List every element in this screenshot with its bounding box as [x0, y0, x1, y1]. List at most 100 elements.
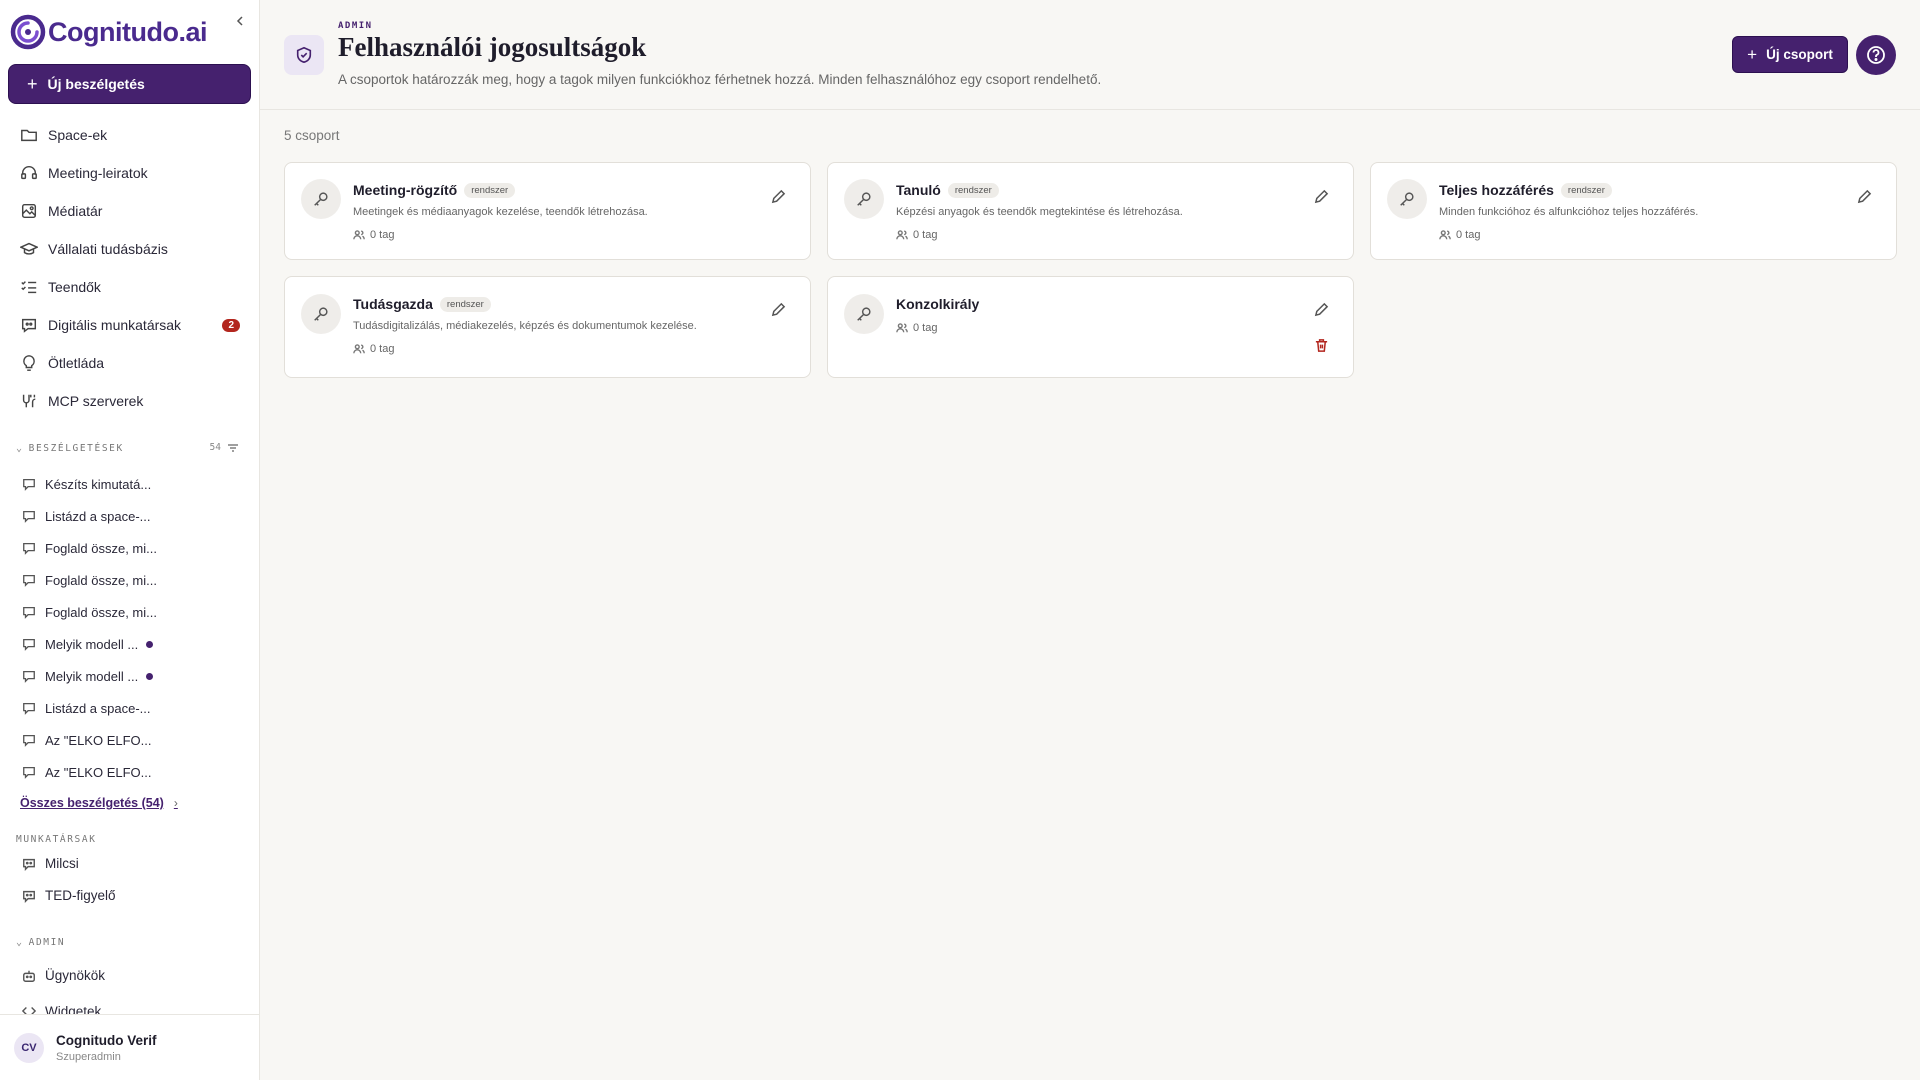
new-chat-button[interactable]: + Új beszélgetés: [8, 64, 251, 104]
unread-dot: [146, 640, 154, 648]
group-members: 0 tag: [896, 322, 937, 334]
group-count: 5 csoport: [284, 128, 340, 143]
plus-icon: +: [27, 73, 38, 94]
nav-item-tasks[interactable]: Teendők: [8, 268, 252, 306]
trash-icon: [1315, 338, 1327, 352]
conversation-item[interactable]: Készíts kimutatá...: [14, 468, 244, 500]
member-count: 0 tag: [1456, 229, 1481, 241]
new-chat-label: Új beszélgetés: [47, 76, 145, 92]
conversation-item[interactable]: Foglald össze, mi...: [14, 596, 244, 628]
edit-group-button[interactable]: [1854, 186, 1874, 206]
filter-icon[interactable]: [227, 443, 239, 453]
edit-group-button[interactable]: [1311, 299, 1331, 319]
group-avatar: [301, 179, 341, 219]
conversation-title: Melyik modell ...: [45, 668, 139, 684]
conversation-item[interactable]: Melyik modell ...: [14, 628, 244, 660]
sidebar: Cognitudo.ai + Új beszélgetés Space-ek M…: [0, 0, 260, 1080]
system-tag: rendszer: [439, 296, 491, 312]
delete-group-button[interactable]: [1311, 335, 1331, 355]
coworker-item-milcsi[interactable]: Milcsi: [22, 856, 79, 871]
nav-item-meeting-transcripts[interactable]: Meeting-leiratok: [8, 154, 252, 192]
nav-label: Médiatár: [48, 203, 103, 219]
nav-item-spaces[interactable]: Space-ek: [8, 116, 252, 154]
edit-group-button[interactable]: [768, 186, 788, 206]
chat-bubble-icon: [23, 606, 35, 619]
admin-item-label: Widgetek: [45, 1004, 102, 1014]
edit-group-button[interactable]: [768, 299, 788, 319]
page-icon: [284, 35, 324, 75]
page-subtitle: A csoportok határozzák meg, hogy a tagok…: [338, 72, 1102, 87]
group-name: Tudásgazda: [353, 296, 433, 312]
graduation-cap-icon: [20, 242, 38, 255]
chevron-down-icon: ⌄: [16, 443, 24, 454]
shield-check-icon: [296, 46, 312, 64]
nav-item-idea-box[interactable]: Ötletláda: [8, 344, 252, 382]
conversation-item[interactable]: Az "ELKO ELFO...: [14, 756, 244, 788]
group-description: Tudásdigitalizálás, médiakezelés, képzés…: [353, 320, 697, 332]
group-card[interactable]: Tanuló rendszer Képzési anyagok és teend…: [827, 162, 1354, 260]
conversations-section-toggle[interactable]: ⌄ BESZÉLGETÉSEK: [16, 443, 124, 454]
conversation-title: Melyik modell ...: [45, 636, 139, 652]
bot-chat-icon: [23, 858, 35, 871]
group-card[interactable]: Teljes hozzáférés rendszer Minden funkci…: [1370, 162, 1897, 260]
admin-heading: ADMIN: [28, 937, 66, 948]
all-conversations-link[interactable]: Összes beszélgetés (54) ›: [20, 796, 178, 810]
brand-name: Cognitudo.ai: [48, 16, 207, 47]
group-card[interactable]: Konzolkirály 0 tag: [827, 276, 1354, 378]
admin-section-toggle[interactable]: ⌄ ADMIN: [16, 937, 65, 948]
page-title: Felhasználói jogosultságok: [338, 32, 647, 62]
member-count: 0 tag: [370, 229, 395, 241]
nav-label: Digitális munkatársak: [48, 317, 182, 333]
nav-label: Meeting-leiratok: [48, 165, 148, 181]
system-tag: rendszer: [464, 182, 516, 198]
chat-bubble-icon: [23, 702, 35, 715]
system-tag: rendszer: [947, 182, 999, 198]
group-name: Tanuló: [896, 182, 941, 198]
help-button[interactable]: [1856, 35, 1896, 75]
new-group-button[interactable]: + Új csoport: [1732, 36, 1848, 73]
group-card[interactable]: Meeting-rögzítő rendszer Meetingek és mé…: [284, 162, 811, 260]
code-icon: [22, 1007, 36, 1014]
page-kicker: ADMIN: [338, 21, 373, 31]
key-icon: [314, 192, 328, 206]
chat-bubble-icon: [23, 670, 35, 683]
conversation-title: Az "ELKO ELFO...: [45, 764, 152, 780]
conversation-item[interactable]: Foglald össze, mi...: [14, 532, 244, 564]
nav-item-mcp-servers[interactable]: MCP szerverek: [8, 382, 252, 420]
conversation-item[interactable]: Foglald össze, mi...: [14, 564, 244, 596]
users-icon: [1439, 230, 1451, 240]
pencil-icon: [771, 302, 785, 316]
chevron-right-icon: ›: [173, 796, 178, 810]
chevron-down-icon: ⌄: [16, 937, 24, 948]
admin-item-agents[interactable]: Ügynökök: [22, 968, 105, 983]
new-group-label: Új csoport: [1766, 47, 1833, 62]
chat-bubble-icon: [23, 542, 35, 555]
group-card[interactable]: Tudásgazda rendszer Tudásdigitalizálás, …: [284, 276, 811, 378]
admin-item-label: Ügynökök: [45, 968, 106, 983]
admin-item-widgets[interactable]: Widgetek: [22, 1004, 101, 1014]
nav-item-knowledge-base[interactable]: Vállalati tudásbázis: [8, 230, 252, 268]
headset-icon: [21, 165, 37, 180]
main-content: ADMIN Felhasználói jogosultságok A csopo…: [260, 0, 1920, 1080]
nav-item-media-library[interactable]: Médiatár: [8, 192, 252, 230]
conversation-item[interactable]: Listázd a space-...: [14, 692, 244, 724]
coworker-item-ted[interactable]: TED-figyelő: [22, 888, 116, 903]
conversation-list: Készíts kimutatá... Listázd a space-... …: [14, 468, 244, 788]
brand-logo[interactable]: Cognitudo.ai: [10, 12, 250, 52]
user-role: Szuperadmin: [56, 1050, 121, 1063]
conversation-item[interactable]: Az "ELKO ELFO...: [14, 724, 244, 756]
user-profile[interactable]: CV Cognitudo Verif Szuperadmin: [0, 1014, 259, 1080]
nav-label: MCP szerverek: [48, 393, 144, 409]
all-conversations-label: Összes beszélgetés (54): [20, 796, 164, 810]
help-icon: [1867, 46, 1885, 64]
conversation-item[interactable]: Melyik modell ...: [14, 660, 244, 692]
conversation-item[interactable]: Listázd a space-...: [14, 500, 244, 532]
collapse-sidebar-button[interactable]: [229, 10, 251, 32]
chat-bubble-icon: [23, 766, 35, 779]
group-avatar: [844, 294, 884, 334]
group-name: Teljes hozzáférés: [1439, 182, 1554, 198]
nav-label: Space-ek: [48, 127, 108, 143]
group-description: Minden funkcióhoz és alfunkcióhoz teljes…: [1439, 206, 1699, 218]
edit-group-button[interactable]: [1311, 186, 1331, 206]
nav-item-digital-coworkers[interactable]: Digitális munkatársak 2: [8, 306, 252, 344]
